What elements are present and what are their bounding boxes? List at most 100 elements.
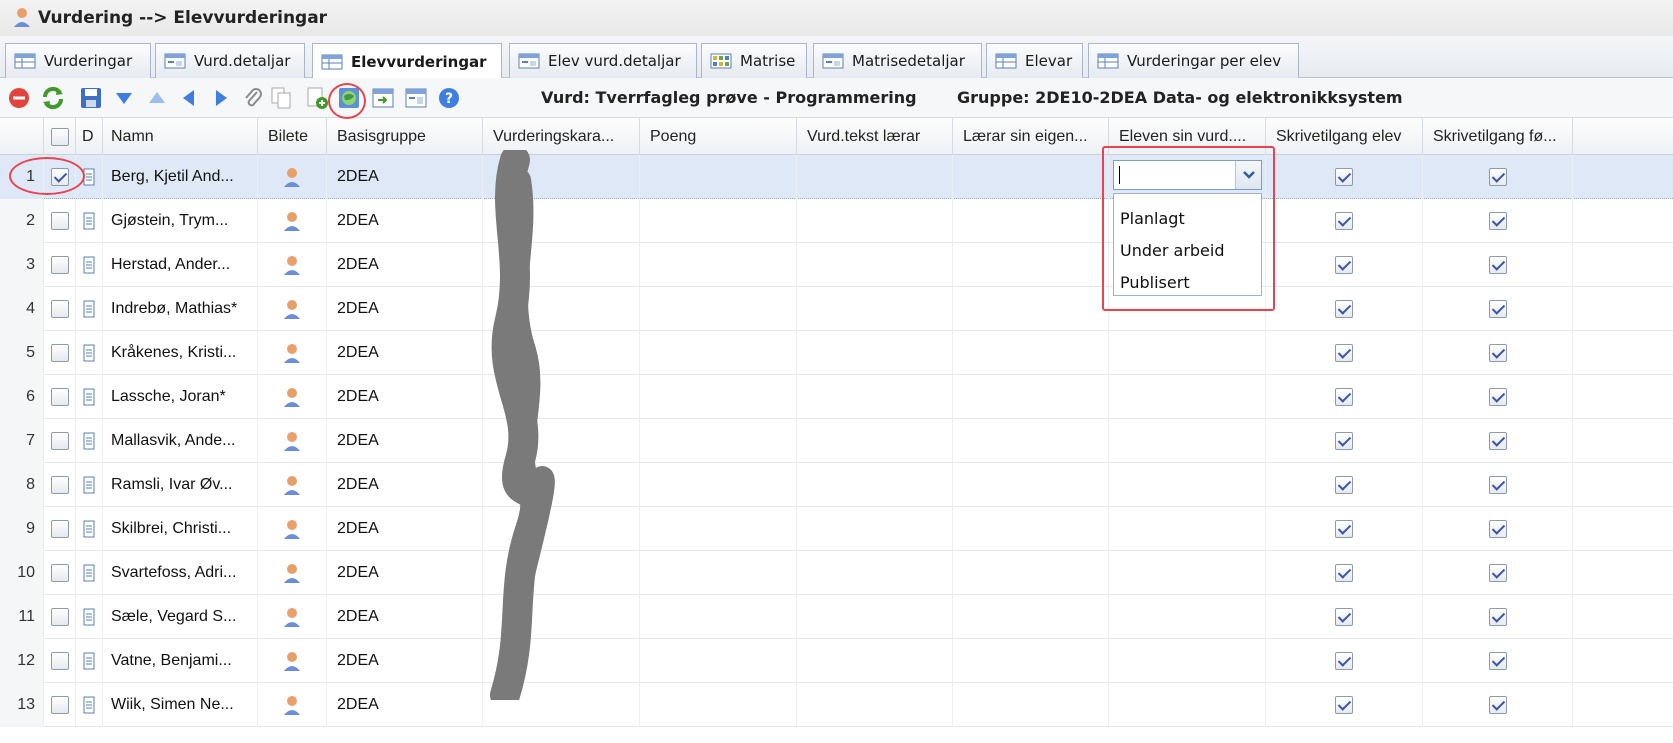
cell-poeng[interactable] — [640, 419, 797, 463]
row-detail[interactable] — [76, 375, 103, 419]
cell-basisgruppe[interactable]: 2DEA — [327, 419, 483, 463]
previous-button[interactable] — [176, 85, 202, 111]
refresh-button[interactable] — [40, 85, 66, 111]
header-vurderingskarakter[interactable]: Vurderingskara... — [483, 118, 640, 155]
eleven-vurd-combo[interactable] — [1113, 160, 1262, 190]
row-number[interactable]: 5 — [0, 331, 44, 375]
row-checkbox[interactable] — [50, 476, 69, 494]
row-detail[interactable] — [76, 551, 103, 595]
cell-basisgruppe[interactable]: 2DEA — [327, 243, 483, 287]
row-checkbox[interactable] — [50, 608, 69, 626]
cell-namn[interactable]: Svartefoss, Adri... — [103, 551, 258, 595]
write-access-checkbox[interactable] — [1335, 476, 1353, 494]
cell-namn[interactable]: Mallasvik, Ande... — [103, 419, 258, 463]
write-access-checkbox[interactable] — [1488, 388, 1507, 406]
cell-eleven-vurd[interactable] — [1109, 683, 1266, 727]
cell-basisgruppe[interactable]: 2DEA — [327, 551, 483, 595]
row-detail[interactable] — [76, 155, 103, 199]
cell-eleven-vurd[interactable] — [1109, 595, 1266, 639]
cell-vurderingskarakter[interactable] — [483, 375, 640, 419]
cell-vurderingskarakter[interactable] — [483, 463, 640, 507]
header-namn[interactable]: Namn — [103, 118, 258, 155]
table-row[interactable]: 4 Indrebø, Mathias* 2DEA — [0, 287, 1673, 331]
table-row[interactable]: 12 Vatne, Benjami... 2DEA — [0, 639, 1673, 683]
cell-bilete[interactable] — [258, 419, 327, 463]
write-access-checkbox[interactable] — [1335, 344, 1353, 362]
tab-elevvurderingar[interactable]: Elevvurderingar — [312, 43, 502, 79]
table-row[interactable]: 1 Berg, Kjetil And... 2DEA — [0, 155, 1673, 199]
cell-eleven-vurd[interactable] — [1109, 551, 1266, 595]
cell-vurderingskarakter[interactable] — [483, 331, 640, 375]
cell-namn[interactable]: Sæle, Vegard S... — [103, 595, 258, 639]
header-vurd-tekst-laerar[interactable]: Vurd.tekst lærar — [797, 118, 953, 155]
table-row[interactable]: 2 Gjøstein, Trym... 2DEA — [0, 199, 1673, 243]
cell-namn[interactable]: Lassche, Joran* — [103, 375, 258, 419]
cell-laerar-eigen[interactable] — [953, 287, 1109, 331]
export-button[interactable] — [370, 85, 396, 111]
cell-vurd-tekst[interactable] — [797, 463, 953, 507]
row-detail[interactable] — [76, 331, 103, 375]
help-button[interactable]: ? — [436, 85, 462, 111]
row-detail[interactable] — [76, 199, 103, 243]
cell-poeng[interactable] — [640, 155, 797, 199]
row-detail[interactable] — [76, 595, 103, 639]
row-number[interactable]: 9 — [0, 507, 44, 551]
cell-bilete[interactable] — [258, 595, 327, 639]
write-access-checkbox[interactable] — [1488, 696, 1507, 714]
cell-eleven-vurd[interactable] — [1109, 463, 1266, 507]
row-number[interactable]: 7 — [0, 419, 44, 463]
row-detail[interactable] — [76, 243, 103, 287]
write-access-checkbox[interactable] — [1335, 696, 1353, 714]
cell-vurderingskarakter[interactable] — [483, 419, 640, 463]
cell-laerar-eigen[interactable] — [953, 199, 1109, 243]
cell-namn[interactable]: Indrebø, Mathias* — [103, 287, 258, 331]
row-detail[interactable] — [76, 419, 103, 463]
cell-vurd-tekst[interactable] — [797, 375, 953, 419]
cell-namn[interactable]: Wiik, Simen Ne... — [103, 683, 258, 727]
row-detail[interactable] — [76, 507, 103, 551]
move-first-button[interactable] — [144, 85, 170, 111]
cell-vurd-tekst[interactable] — [797, 331, 953, 375]
cell-basisgruppe[interactable]: 2DEA — [327, 507, 483, 551]
cell-eleven-vurd[interactable] — [1109, 375, 1266, 419]
cell-laerar-eigen[interactable] — [953, 375, 1109, 419]
row-checkbox[interactable] — [50, 168, 69, 186]
cell-bilete[interactable] — [258, 551, 327, 595]
row-number[interactable]: 6 — [0, 375, 44, 419]
header-eleven-sin-vurd[interactable]: Eleven sin vurd.... — [1109, 118, 1266, 155]
cell-basisgruppe[interactable]: 2DEA — [327, 683, 483, 727]
row-checkbox[interactable] — [50, 432, 69, 450]
option-publisert[interactable]: Publisert — [1114, 266, 1261, 298]
table-row[interactable]: 5 Kråkenes, Kristi... 2DEA — [0, 331, 1673, 375]
form-view-button[interactable] — [403, 85, 429, 111]
select-all-checkbox[interactable] — [50, 127, 69, 146]
cell-namn[interactable]: Ramsli, Ivar Øv... — [103, 463, 258, 507]
cell-bilete[interactable] — [258, 683, 327, 727]
row-number[interactable]: 3 — [0, 243, 44, 287]
row-checkbox[interactable] — [50, 212, 69, 230]
cell-vurd-tekst[interactable] — [797, 419, 953, 463]
cell-poeng[interactable] — [640, 287, 797, 331]
cell-laerar-eigen[interactable] — [953, 507, 1109, 551]
cell-vurd-tekst[interactable] — [797, 199, 953, 243]
move-last-button[interactable] — [111, 85, 137, 111]
row-checkbox[interactable] — [50, 696, 69, 714]
write-access-checkbox[interactable] — [1335, 520, 1353, 538]
cell-namn[interactable]: Kråkenes, Kristi... — [103, 331, 258, 375]
tab-matrise[interactable]: Matrise — [701, 43, 807, 78]
write-access-checkbox[interactable] — [1335, 608, 1353, 626]
table-row[interactable]: 8 Ramsli, Ivar Øv... 2DEA — [0, 463, 1673, 507]
tab-vurderingar[interactable]: Vurderingar — [5, 43, 151, 78]
cell-vurd-tekst[interactable] — [797, 683, 953, 727]
cell-basisgruppe[interactable]: 2DEA — [327, 595, 483, 639]
write-access-checkbox[interactable] — [1488, 476, 1507, 494]
cell-bilete[interactable] — [258, 199, 327, 243]
write-access-checkbox[interactable] — [1488, 344, 1507, 362]
header-poeng[interactable]: Poeng — [640, 118, 797, 155]
cell-namn[interactable]: Skilbrei, Christi... — [103, 507, 258, 551]
cell-poeng[interactable] — [640, 639, 797, 683]
table-row[interactable]: 9 Skilbrei, Christi... 2DEA — [0, 507, 1673, 551]
write-access-checkbox[interactable] — [1488, 256, 1507, 274]
cell-poeng[interactable] — [640, 463, 797, 507]
cell-basisgruppe[interactable]: 2DEA — [327, 331, 483, 375]
